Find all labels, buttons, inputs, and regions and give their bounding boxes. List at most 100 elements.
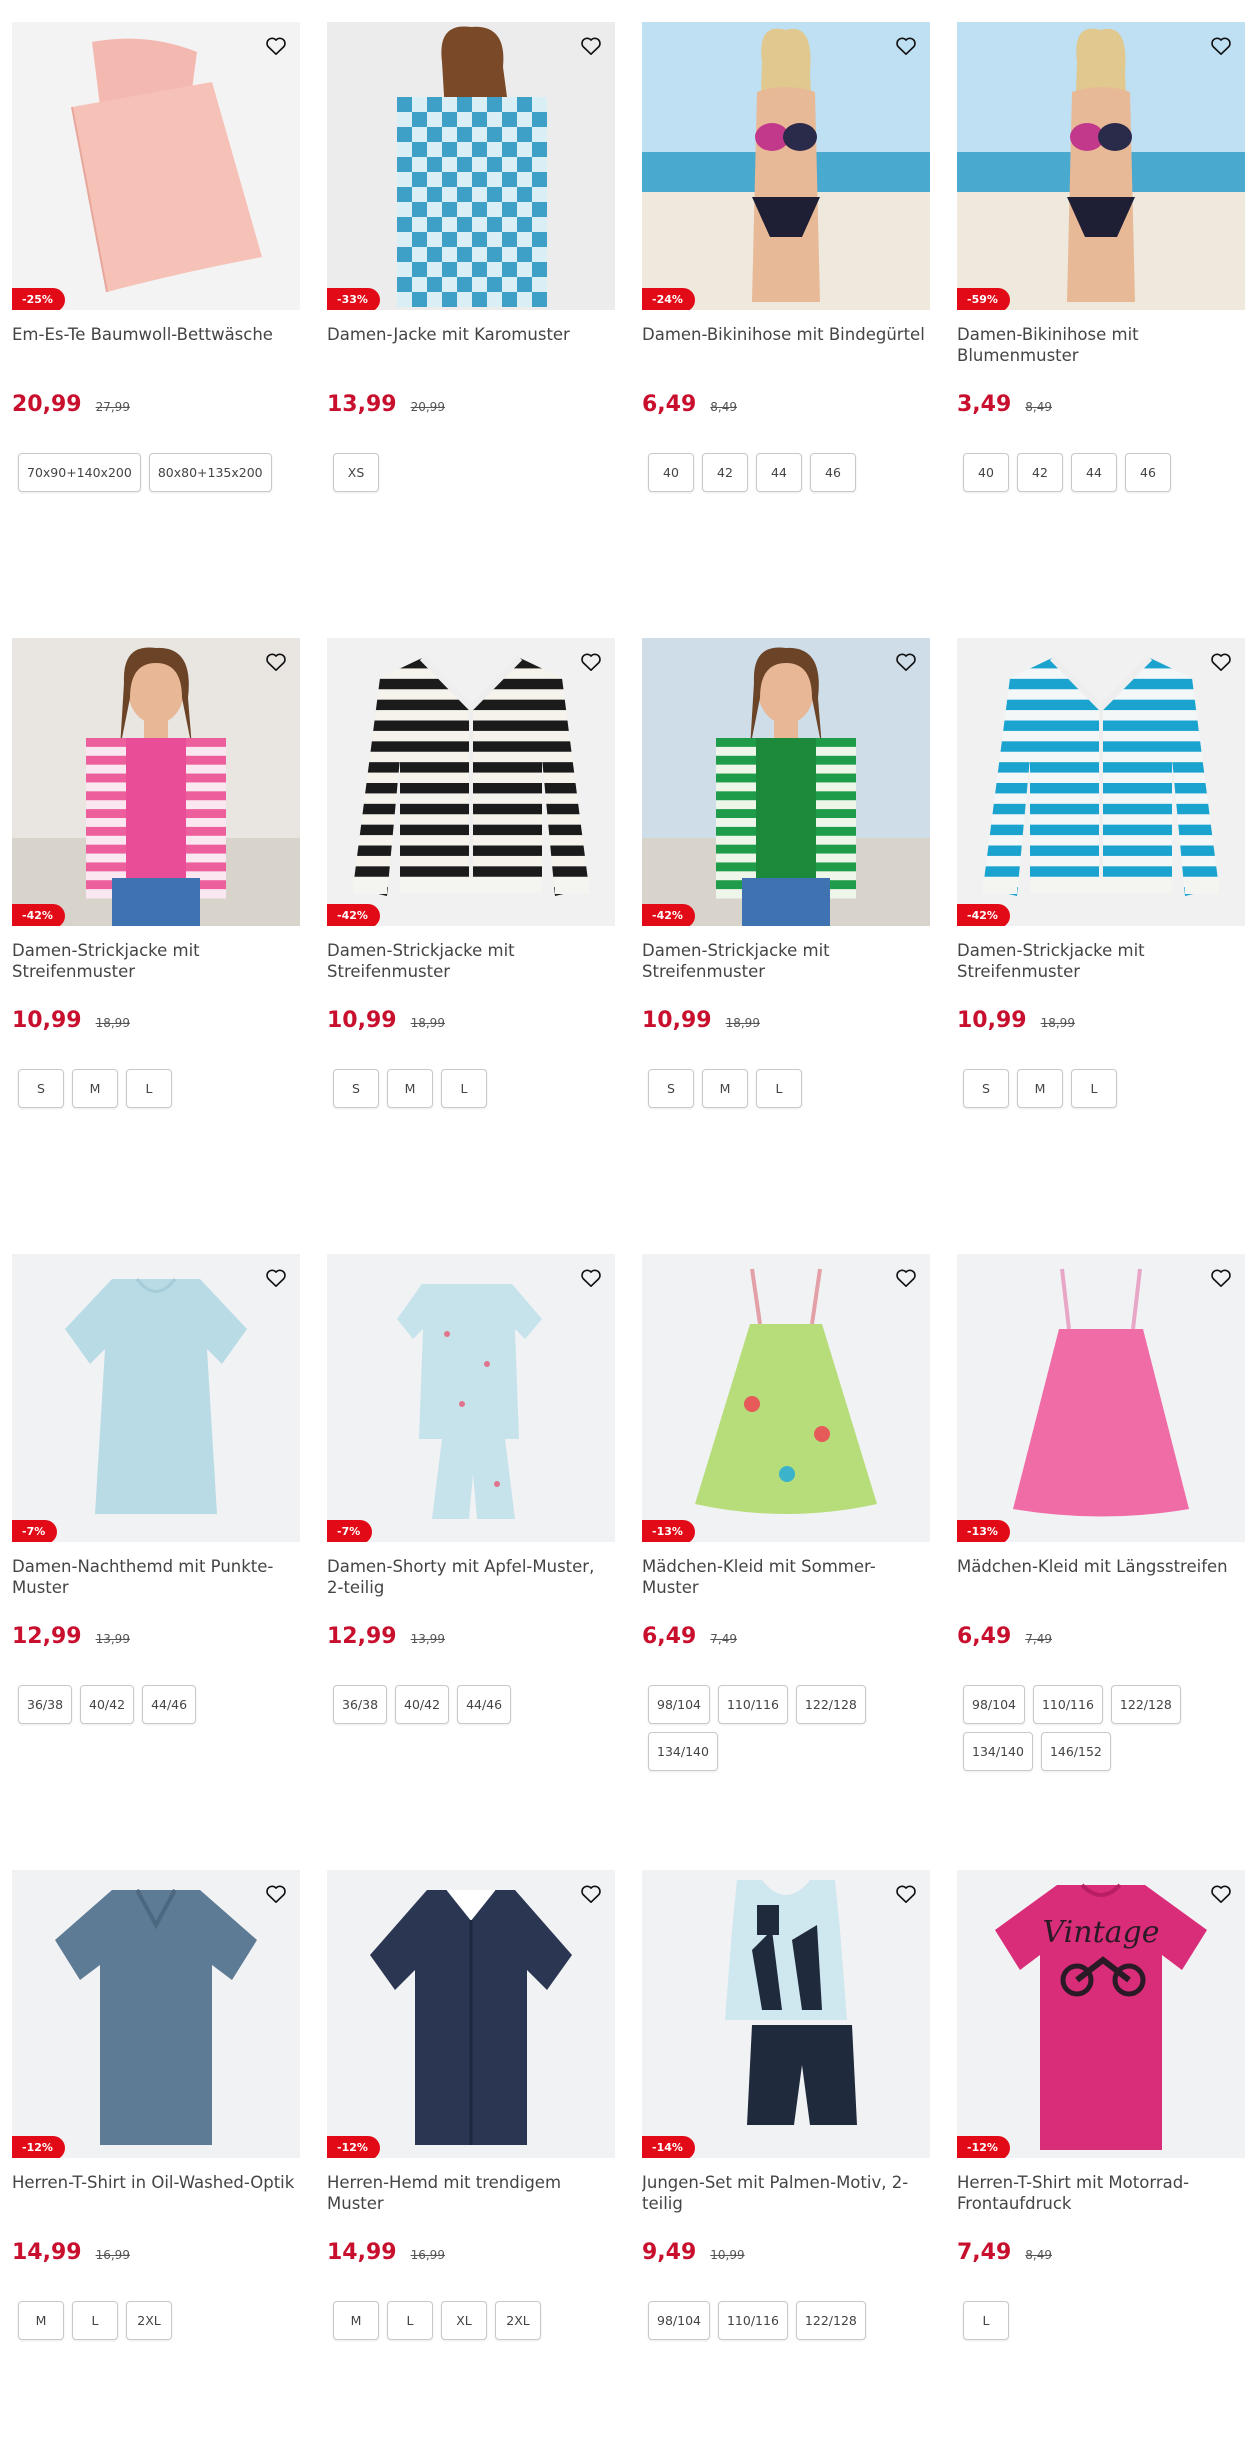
product-image[interactable]: -12% [12,1870,300,2158]
product-image[interactable]: -13% [957,1254,1245,1542]
product-title[interactable]: Herren-T-Shirt mit Motorrad-Frontaufdruc… [957,2172,1245,2214]
product-image[interactable]: -25% [12,22,300,310]
wishlist-heart-icon[interactable] [575,30,607,62]
product-title[interactable]: Damen-Shorty mit Apfel-Muster, 2-teilig [327,1556,615,1598]
size-option[interactable]: S [18,1069,64,1108]
product-image[interactable]: -33% [327,22,615,310]
product-card[interactable]: -42% Damen-Strickjacke mit Streifenmuste… [12,638,300,1108]
product-card[interactable]: -12% Herren-Hemd mit trendigem Muster 14… [327,1870,615,2340]
wishlist-heart-icon[interactable] [890,646,922,678]
product-card[interactable]: -13% Mädchen-Kleid mit Sommer-Muster 6,4… [642,1254,930,1771]
wishlist-heart-icon[interactable] [890,1262,922,1294]
size-option[interactable]: 110/116 [1032,1685,1103,1724]
size-option[interactable]: S [333,1069,379,1108]
product-image[interactable]: -24% [642,22,930,310]
product-card[interactable]: -13% Mädchen-Kleid mit Längsstreifen 6,4… [957,1254,1245,1771]
product-image[interactable]: -42% [957,638,1245,926]
wishlist-heart-icon[interactable] [890,1878,922,1910]
size-option[interactable]: 122/128 [795,1685,866,1724]
product-title[interactable]: Damen-Bikinihose mit Bindegürtel [642,324,930,366]
size-option[interactable]: 44 [1071,453,1117,492]
size-option[interactable]: 44 [756,453,802,492]
size-option[interactable]: M [72,1069,118,1108]
product-title[interactable]: Jungen-Set mit Palmen-Motiv, 2-teilig [642,2172,930,2214]
size-option[interactable]: 2XL [126,2301,172,2340]
size-option[interactable]: 46 [810,453,856,492]
wishlist-heart-icon[interactable] [575,1262,607,1294]
product-card[interactable]: Vintage -12% Herren-T-Shirt mit Motorrad… [957,1870,1245,2340]
size-option[interactable]: L [441,1069,487,1108]
size-option[interactable]: L [1071,1069,1117,1108]
size-option[interactable]: L [387,2301,433,2340]
product-title[interactable]: Mädchen-Kleid mit Längsstreifen [957,1556,1245,1598]
size-option[interactable]: 98/104 [963,1685,1025,1724]
wishlist-heart-icon[interactable] [890,30,922,62]
wishlist-heart-icon[interactable] [260,646,292,678]
wishlist-heart-icon[interactable] [575,1878,607,1910]
size-option[interactable]: 40/42 [80,1685,135,1724]
product-card[interactable]: -7% Damen-Shorty mit Apfel-Muster, 2-tei… [327,1254,615,1724]
product-image[interactable]: -42% [327,638,615,926]
size-option[interactable]: 110/116 [717,2301,788,2340]
product-card[interactable]: -14% Jungen-Set mit Palmen-Motiv, 2-teil… [642,1870,930,2340]
size-option[interactable]: 42 [702,453,748,492]
size-option[interactable]: 46 [1125,453,1171,492]
size-option[interactable]: M [18,2301,64,2340]
product-title[interactable]: Damen-Strickjacke mit Streifenmuster [642,940,930,982]
product-title[interactable]: Herren-Hemd mit trendigem Muster [327,2172,615,2214]
product-card[interactable]: -42% Damen-Strickjacke mit Streifenmuste… [957,638,1245,1108]
size-option[interactable]: 40/42 [395,1685,450,1724]
product-title[interactable]: Mädchen-Kleid mit Sommer-Muster [642,1556,930,1598]
size-option[interactable]: 98/104 [648,2301,710,2340]
product-card[interactable]: -42% Damen-Strickjacke mit Streifenmuste… [327,638,615,1108]
product-title[interactable]: Damen-Jacke mit Karomuster [327,324,615,366]
product-card[interactable]: -25% Em-Es-Te Baumwoll-Bettwäsche 20,99 … [12,22,300,492]
product-image[interactable]: Vintage -12% [957,1870,1245,2158]
size-option[interactable]: 80x80+135x200 [148,453,272,492]
size-option[interactable]: 122/128 [1110,1685,1181,1724]
size-option[interactable]: 134/140 [963,1732,1033,1771]
wishlist-heart-icon[interactable] [260,1262,292,1294]
size-option[interactable]: 40 [648,453,694,492]
product-card[interactable]: -33% Damen-Jacke mit Karomuster 13,99 20… [327,22,615,492]
product-card[interactable]: -12% Herren-T-Shirt in Oil-Washed-Optik … [12,1870,300,2340]
product-title[interactable]: Damen-Bikinihose mit Blumenmuster [957,324,1245,366]
product-image[interactable]: -12% [327,1870,615,2158]
product-title[interactable]: Damen-Strickjacke mit Streifenmuster [12,940,300,982]
wishlist-heart-icon[interactable] [1205,1262,1237,1294]
size-option[interactable]: 70x90+140x200 [18,453,141,492]
size-option[interactable]: M [702,1069,748,1108]
product-title[interactable]: Damen-Nachthemd mit Punkte-Muster [12,1556,300,1598]
wishlist-heart-icon[interactable] [575,646,607,678]
wishlist-heart-icon[interactable] [1205,30,1237,62]
wishlist-heart-icon[interactable] [260,30,292,62]
product-title[interactable]: Em-Es-Te Baumwoll-Bettwäsche [12,324,300,366]
size-option[interactable]: 36/38 [18,1685,73,1724]
size-option[interactable]: 146/152 [1040,1732,1111,1771]
product-card[interactable]: -59% Damen-Bikinihose mit Blumenmuster 3… [957,22,1245,492]
size-option[interactable]: XL [441,2301,487,2340]
size-option[interactable]: 134/140 [648,1732,718,1771]
size-option[interactable]: XS [333,453,379,492]
size-option[interactable]: S [648,1069,694,1108]
product-image[interactable]: -42% [642,638,930,926]
size-option[interactable]: M [1017,1069,1063,1108]
size-option[interactable]: 36/38 [333,1685,388,1724]
size-option[interactable]: 122/128 [795,2301,866,2340]
product-image[interactable]: -7% [327,1254,615,1542]
size-option[interactable]: 42 [1017,453,1063,492]
size-option[interactable]: 44/46 [142,1685,197,1724]
size-option[interactable]: 98/104 [648,1685,710,1724]
product-title[interactable]: Herren-T-Shirt in Oil-Washed-Optik [12,2172,300,2214]
wishlist-heart-icon[interactable] [1205,646,1237,678]
product-image[interactable]: -59% [957,22,1245,310]
size-option[interactable]: L [72,2301,118,2340]
size-option[interactable]: M [333,2301,379,2340]
wishlist-heart-icon[interactable] [260,1878,292,1910]
product-image[interactable]: -13% [642,1254,930,1542]
size-option[interactable]: 40 [963,453,1009,492]
product-card[interactable]: -7% Damen-Nachthemd mit Punkte-Muster 12… [12,1254,300,1724]
product-image[interactable]: -42% [12,638,300,926]
size-option[interactable]: L [126,1069,172,1108]
product-title[interactable]: Damen-Strickjacke mit Streifenmuster [957,940,1245,982]
